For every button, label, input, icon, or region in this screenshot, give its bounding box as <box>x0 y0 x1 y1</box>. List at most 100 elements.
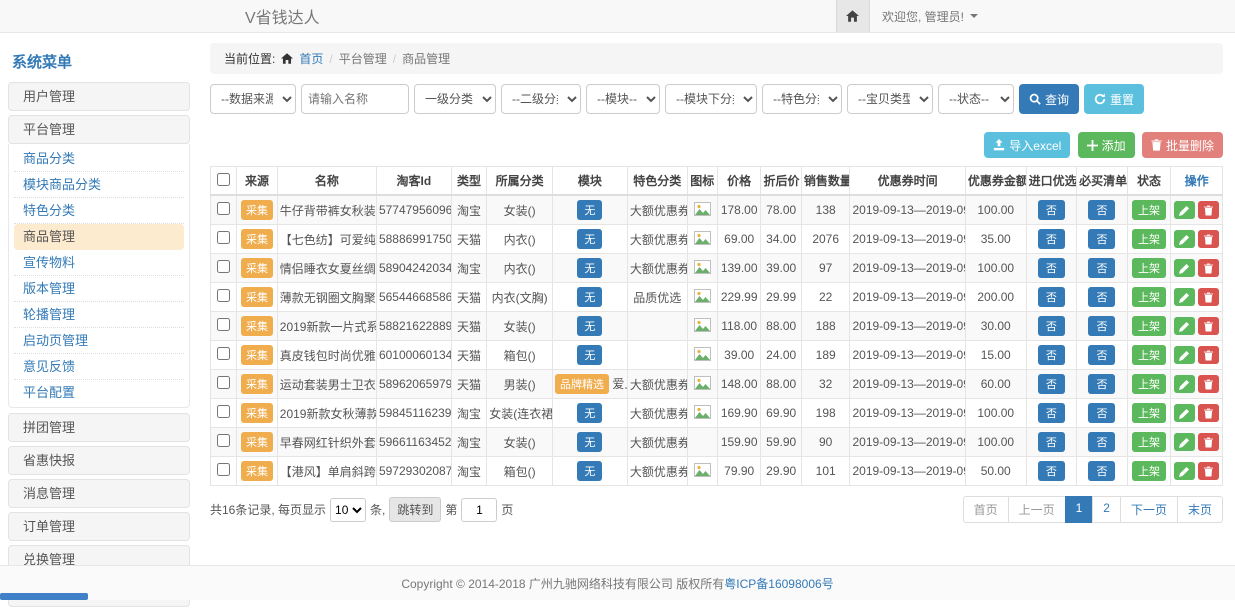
reset-button[interactable]: 重置 <box>1084 84 1144 114</box>
sidebar-section[interactable]: 省惠快报 <box>8 446 190 475</box>
must-buy-toggle-button[interactable]: 否 <box>1088 316 1115 336</box>
sidebar-subitem[interactable]: 版本管理 <box>14 276 184 302</box>
import-toggle-button[interactable]: 否 <box>1038 374 1065 394</box>
must-buy-toggle-button[interactable]: 否 <box>1088 258 1115 278</box>
sidebar-section[interactable]: 消息管理 <box>8 479 190 508</box>
user-menu[interactable]: 欢迎您, 管理员! <box>870 0 990 32</box>
sidebar-subitem[interactable]: 轮播管理 <box>14 302 184 328</box>
must-buy-toggle-button[interactable]: 否 <box>1088 403 1115 423</box>
import-toggle-button[interactable]: 否 <box>1038 258 1065 278</box>
edit-button[interactable] <box>1174 346 1195 364</box>
page-size-select[interactable]: 10 <box>330 498 366 522</box>
import-toggle-button[interactable]: 否 <box>1038 200 1065 220</box>
delete-button[interactable] <box>1198 462 1219 480</box>
delete-button[interactable] <box>1198 375 1219 393</box>
search-button[interactable]: 查询 <box>1019 84 1079 114</box>
must-buy-toggle-button[interactable]: 否 <box>1088 200 1115 220</box>
row-checkbox[interactable] <box>217 289 230 302</box>
status-select[interactable]: --状态-- <box>938 84 1014 114</box>
pager-button[interactable]: 首页 <box>963 496 1009 523</box>
import-excel-button[interactable]: 导入excel <box>984 132 1070 158</box>
edit-button[interactable] <box>1174 375 1195 393</box>
breadcrumb-home-link[interactable]: 首页 <box>299 50 323 67</box>
must-buy-toggle-button[interactable]: 否 <box>1088 345 1115 365</box>
must-buy-toggle-button[interactable]: 否 <box>1088 432 1115 452</box>
sidebar-subitem[interactable]: 意见反馈 <box>14 354 184 380</box>
name-search-input[interactable] <box>301 84 409 114</box>
row-checkbox[interactable] <box>217 318 230 331</box>
edit-button[interactable] <box>1174 201 1195 219</box>
delete-button[interactable] <box>1198 259 1219 277</box>
row-checkbox[interactable] <box>217 347 230 360</box>
sidebar-subitem[interactable]: 特色分类 <box>14 198 184 224</box>
status-button[interactable]: 上架 <box>1132 258 1166 278</box>
status-button[interactable]: 上架 <box>1132 200 1166 220</box>
edit-button[interactable] <box>1174 288 1195 306</box>
sidebar-section[interactable]: 拼团管理 <box>8 413 190 442</box>
edit-button[interactable] <box>1174 433 1195 451</box>
status-button[interactable]: 上架 <box>1132 403 1166 423</box>
sidebar-subitem[interactable]: 宣传物料 <box>14 250 184 276</box>
import-toggle-button[interactable]: 否 <box>1038 287 1065 307</box>
status-button[interactable]: 上架 <box>1132 374 1166 394</box>
sidebar-section[interactable]: 订单管理 <box>8 512 190 541</box>
must-buy-toggle-button[interactable]: 否 <box>1088 374 1115 394</box>
sidebar-subitem[interactable]: 启动页管理 <box>14 328 184 354</box>
status-button[interactable]: 上架 <box>1132 229 1166 249</box>
edit-button[interactable] <box>1174 259 1195 277</box>
batch-delete-button[interactable]: 批量删除 <box>1142 132 1223 158</box>
status-button[interactable]: 上架 <box>1132 432 1166 452</box>
delete-button[interactable] <box>1198 288 1219 306</box>
import-toggle-button[interactable]: 否 <box>1038 403 1065 423</box>
status-button[interactable]: 上架 <box>1132 345 1166 365</box>
jump-page-input[interactable] <box>461 498 497 522</box>
icp-link[interactable]: 粤ICP备16098006号 <box>724 575 833 592</box>
select-all-checkbox[interactable] <box>217 173 230 186</box>
sidebar-subitem[interactable]: 平台配置 <box>14 380 184 405</box>
edit-button[interactable] <box>1174 230 1195 248</box>
import-toggle-button[interactable]: 否 <box>1038 345 1065 365</box>
feature-category-select[interactable]: --特色分类-- <box>762 84 842 114</box>
level2-category-select[interactable]: --二级分类-- <box>501 84 581 114</box>
delete-button[interactable] <box>1198 317 1219 335</box>
import-toggle-button[interactable]: 否 <box>1038 461 1065 481</box>
data-source-select[interactable]: --数据来源-- <box>210 84 296 114</box>
row-checkbox[interactable] <box>217 405 230 418</box>
pager-button[interactable]: 2 <box>1092 496 1121 523</box>
edit-button[interactable] <box>1174 317 1195 335</box>
row-checkbox[interactable] <box>217 260 230 273</box>
sidebar-section[interactable]: 用户管理 <box>8 82 190 111</box>
must-buy-toggle-button[interactable]: 否 <box>1088 287 1115 307</box>
delete-button[interactable] <box>1198 433 1219 451</box>
import-toggle-button[interactable]: 否 <box>1038 229 1065 249</box>
sidebar-subitem[interactable]: 商品分类 <box>14 146 184 172</box>
module-subcategory-select[interactable]: --模块下分类-- <box>665 84 757 114</box>
row-checkbox[interactable] <box>217 434 230 447</box>
delete-button[interactable] <box>1198 201 1219 219</box>
edit-button[interactable] <box>1174 462 1195 480</box>
edit-button[interactable] <box>1174 404 1195 422</box>
import-toggle-button[interactable]: 否 <box>1038 432 1065 452</box>
pager-button[interactable]: 末页 <box>1177 496 1223 523</box>
add-button[interactable]: 添加 <box>1078 132 1135 158</box>
sidebar-subitem[interactable]: 商品管理 <box>14 224 184 250</box>
row-checkbox[interactable] <box>217 376 230 389</box>
home-button[interactable] <box>836 0 870 32</box>
module-select[interactable]: --模块-- <box>586 84 660 114</box>
item-type-select[interactable]: --宝贝类型-- <box>847 84 933 114</box>
delete-button[interactable] <box>1198 346 1219 364</box>
must-buy-toggle-button[interactable]: 否 <box>1088 461 1115 481</box>
delete-button[interactable] <box>1198 230 1219 248</box>
import-toggle-button[interactable]: 否 <box>1038 316 1065 336</box>
pager-button[interactable]: 下一页 <box>1120 496 1178 523</box>
level1-category-select[interactable]: 一级分类 <box>414 84 496 114</box>
delete-button[interactable] <box>1198 404 1219 422</box>
sidebar-section[interactable]: 平台管理 <box>8 115 190 144</box>
pager-button[interactable]: 1 <box>1065 496 1094 523</box>
row-checkbox[interactable] <box>217 202 230 215</box>
status-button[interactable]: 上架 <box>1132 287 1166 307</box>
must-buy-toggle-button[interactable]: 否 <box>1088 229 1115 249</box>
status-button[interactable]: 上架 <box>1132 316 1166 336</box>
row-checkbox[interactable] <box>217 231 230 244</box>
row-checkbox[interactable] <box>217 463 230 476</box>
